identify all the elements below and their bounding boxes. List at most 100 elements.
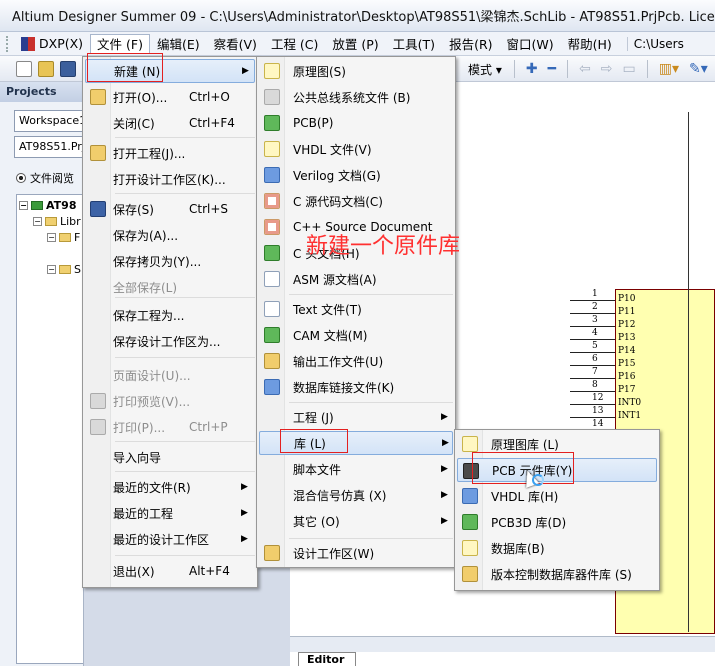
file-menu-item[interactable]: 导入向导 (85, 445, 255, 469)
pin-line[interactable] (570, 326, 615, 327)
collapse-icon[interactable]: − (47, 233, 56, 242)
file-menu-item[interactable]: 保存拷贝为(Y)... (85, 249, 255, 273)
file-menu-item[interactable]: 保存为(A)... (85, 223, 255, 247)
file-view-radio[interactable]: 文件阅览 (16, 170, 74, 186)
menu-window[interactable]: 窗口(W) (500, 34, 561, 54)
menu-item-label: VHDL 库(H) (491, 489, 559, 504)
tree-s-node[interactable]: − S (47, 263, 81, 276)
title-bar: Altium Designer Summer 09 - C:\Users\Adm… (0, 0, 715, 32)
collapse-icon[interactable]: − (47, 265, 56, 274)
pin-line[interactable] (570, 352, 615, 353)
menu-file[interactable]: 文件 (F) (90, 33, 150, 54)
tree-f-node[interactable]: − F (47, 231, 80, 244)
plus-icon[interactable]: ✚ (526, 61, 538, 77)
minus-icon[interactable]: ━ (548, 61, 556, 77)
workspace-field[interactable]: Workspace1 (14, 110, 83, 132)
tree-libraries-node[interactable]: − Libr (33, 215, 81, 228)
text-doc-icon (264, 301, 280, 317)
menu-item-label: 关闭(C) (113, 116, 155, 131)
file-menu-item[interactable]: 打开(O)... Ctrl+O (85, 85, 255, 109)
new-menu-item[interactable]: ASM 源文档(A) (259, 267, 453, 291)
new-menu-item[interactable]: CAM 文档(M) (259, 323, 453, 347)
pin-name: P14 (618, 346, 636, 356)
file-menu-item[interactable]: 关闭(C) Ctrl+F4 (85, 111, 255, 135)
new-file-icon[interactable] (16, 60, 32, 77)
file-menu-item[interactable]: 退出(X) Alt+F4 (85, 559, 255, 583)
pin-line[interactable] (570, 404, 615, 405)
new-menu-item[interactable]: 原理图(S) (259, 59, 453, 83)
pcb3d-lib-icon (462, 514, 478, 530)
forward-arrow-icon[interactable]: ⇨ (601, 61, 613, 77)
copy-icon[interactable]: ▭ (623, 61, 636, 77)
menubar-grip[interactable] (6, 35, 10, 52)
pin-line[interactable] (570, 339, 615, 340)
new-menu-item[interactable]: C 源代码文档(C) (259, 189, 453, 213)
file-menu-item[interactable]: 最近的工程 ▶ (85, 501, 255, 525)
menu-dxp[interactable]: DXP(X) (14, 34, 90, 54)
new-menu-item[interactable]: 工程 (J) ▶ (259, 405, 453, 429)
pin-line[interactable] (570, 313, 615, 314)
menu-tools[interactable]: 工具(T) (386, 34, 442, 54)
library-menu-item[interactable]: VHDL 库(H) (457, 484, 657, 508)
new-menu-item[interactable]: 其它 (O) ▶ (259, 509, 453, 533)
new-menu-item[interactable]: 数据库链接文件(K) (259, 375, 453, 399)
component-icon[interactable]: ▥▾ (659, 61, 679, 77)
collapse-icon[interactable]: − (19, 201, 28, 210)
mode-dropdown[interactable]: 模式 ▾ (462, 61, 508, 78)
menu-edit[interactable]: 编辑(E) (150, 34, 207, 54)
save-icon[interactable] (60, 60, 76, 77)
menu-separator (289, 294, 453, 295)
altium-logo-icon (4, 8, 8, 23)
path-field[interactable]: C:\Users (626, 36, 684, 51)
busy-spinner-icon (532, 474, 544, 486)
pin-line[interactable] (570, 365, 615, 366)
document-scrollbar[interactable] (290, 636, 715, 652)
menu-help[interactable]: 帮助(H) (561, 34, 619, 54)
new-menu-item[interactable]: 输出工作文件(U) (259, 349, 453, 373)
vhdl-doc-icon (264, 141, 280, 157)
file-menu-item[interactable]: 打开工程(J)... (85, 141, 255, 165)
tree-root-node[interactable]: − AT98 (19, 199, 76, 212)
new-menu-item[interactable]: 公共总线系统文件 (B) (259, 85, 453, 109)
library-menu-item[interactable]: 版本控制数据库器件库 (S) (457, 562, 657, 586)
new-menu-item[interactable]: VHDL 文件(V) (259, 137, 453, 161)
menu-separator (115, 471, 255, 472)
pin-line[interactable] (570, 391, 615, 392)
pin-name: INT0 (618, 398, 642, 408)
file-menu-item[interactable]: 最近的设计工作区 ▶ (85, 527, 255, 551)
menu-place[interactable]: 放置 (P) (325, 34, 385, 54)
new-menu-item[interactable]: Verilog 文档(G) (259, 163, 453, 187)
menu-item-label: 其它 (O) (293, 514, 340, 529)
menu-item-label: 工程 (J) (293, 410, 334, 425)
open-folder-icon[interactable] (38, 60, 54, 77)
pin-line[interactable] (570, 378, 615, 379)
menu-separator (115, 441, 255, 442)
project-field[interactable]: AT98S51.Prj (14, 136, 83, 158)
back-arrow-icon[interactable]: ⇦ (579, 61, 591, 77)
menu-reports[interactable]: 报告(R) (442, 34, 499, 54)
file-menu-item[interactable]: 最近的文件(R) ▶ (85, 475, 255, 499)
menu-project[interactable]: 工程 (C) (264, 34, 325, 54)
menu-item-label: C 源代码文档(C) (293, 194, 383, 209)
new-menu-item[interactable]: PCB(P) (259, 111, 453, 135)
editor-tab[interactable]: Editor (298, 652, 356, 666)
library-menu-item[interactable]: 数据库(B) (457, 536, 657, 560)
drawing-tools-icon[interactable]: ✎▾ (689, 61, 708, 77)
new-menu-item[interactable]: Text 文件(T) (259, 297, 453, 321)
file-menu-item[interactable]: 保存(S) Ctrl+S (85, 197, 255, 221)
new-menu-item[interactable]: 脚本文件 ▶ (259, 457, 453, 481)
toolbar-separator (513, 60, 515, 78)
pin-line[interactable] (570, 300, 615, 301)
menu-view[interactable]: 察看(V) (207, 34, 264, 54)
menu-shortcut: Ctrl+S (189, 202, 229, 216)
new-menu-item[interactable]: 混合信号仿真 (X) ▶ (259, 483, 453, 507)
file-menu-item[interactable]: 保存工程为... (85, 303, 255, 327)
library-menu-item[interactable]: PCB3D 库(D) (457, 510, 657, 534)
file-menu-item[interactable]: 打开设计工作区(K)... (85, 167, 255, 191)
project-tree[interactable]: − AT98 − Libr − F − S (16, 194, 83, 664)
collapse-icon[interactable]: − (33, 217, 42, 226)
folder-icon (45, 217, 57, 226)
new-menu-item[interactable]: 设计工作区(W) (259, 541, 453, 565)
pin-line[interactable] (570, 417, 615, 418)
file-menu-item[interactable]: 保存设计工作区为... (85, 329, 255, 353)
